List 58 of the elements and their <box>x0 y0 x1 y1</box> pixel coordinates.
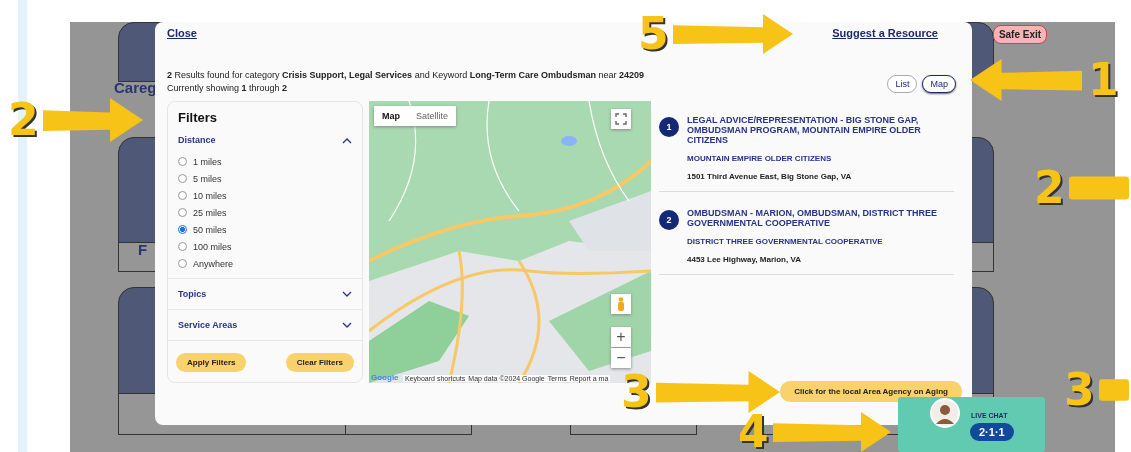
view-toggle-button[interactable]: Map <box>922 75 956 93</box>
radio-label: 5 miles <box>193 173 222 184</box>
radio-button[interactable] <box>178 191 187 200</box>
safe-exit-button[interactable]: Safe Exit <box>993 25 1047 44</box>
filters-heading: Filters <box>178 110 218 125</box>
filter-section-toggle[interactable]: Distance <box>178 135 216 145</box>
card-title: Careg <box>114 79 157 96</box>
radio-button[interactable] <box>178 259 187 268</box>
arrow-icon <box>42 98 143 142</box>
result-address: 1501 Third Avenue East, Big Stone Gap, VA <box>687 172 853 181</box>
arrow-icon <box>772 412 891 452</box>
fullscreen-icon <box>615 113 627 125</box>
radio-label: 100 miles <box>193 241 232 252</box>
zoom-out-button[interactable]: − <box>611 348 631 368</box>
annotation-number: 2 <box>8 98 39 142</box>
close-link[interactable]: Close <box>167 27 197 39</box>
avatar-icon <box>930 398 960 428</box>
radio-label: Anywhere <box>193 258 234 269</box>
chat-number-badge: 2·1·1 <box>970 423 1014 441</box>
radio-button[interactable] <box>178 208 187 217</box>
filter-section-toggle[interactable]: Service Areas <box>178 320 238 330</box>
result-title-link[interactable]: OMBUDSMAN - MARION, OMBUDSMAN, DISTRICT THREE GOVERNMENTAL COOPERATIVE <box>687 208 954 228</box>
radio-button[interactable] <box>178 225 187 234</box>
radio-label: 1 miles <box>193 156 222 167</box>
map-type-tab[interactable]: Map <box>374 106 408 126</box>
showing-range: Currently showing 1 through 2 <box>167 82 289 95</box>
radio-label: 50 miles <box>193 224 227 235</box>
radio-label: 10 miles <box>193 190 227 201</box>
suggest-resource-link[interactable]: Suggest a Resource <box>832 27 938 39</box>
result-number-badge: 1 <box>659 117 679 137</box>
annotation-number: 2 <box>1034 166 1065 210</box>
radio-button[interactable] <box>178 157 187 166</box>
arrow-icon <box>655 371 780 413</box>
area-agency-button[interactable]: Click for the local Area Agency on Aging <box>780 381 962 402</box>
annotation-number: 3 <box>1064 368 1095 412</box>
card-title: F <box>138 241 148 258</box>
result-organization: DISTRICT THREE GOVERNMENTAL COOPERATIVE <box>687 237 884 246</box>
result-title-link[interactable]: LEGAL ADVICE/REPRESENTATION - BIG STONE GAP, OMBUDSMAN PROGRAM, MOUNTAIN EMPIRE OLDER CITIZENS <box>687 115 954 145</box>
result-number-badge: 2 <box>659 210 679 230</box>
result-address: 4453 Lee Highway, Marion, VA <box>687 255 802 264</box>
radio-button[interactable] <box>178 174 187 183</box>
apply-filters-button[interactable]: Apply Filters <box>176 353 247 372</box>
annotation-number: 5 <box>638 12 669 56</box>
view-toggle-button[interactable]: List <box>887 75 918 93</box>
arrow-icon <box>970 59 1082 101</box>
person-icon <box>617 297 625 311</box>
result-organization: MOUNTAIN EMPIRE OLDER CITIZENS <box>687 154 833 163</box>
filter-section-toggle[interactable]: Topics <box>178 289 207 299</box>
fullscreen-button[interactable] <box>611 109 631 129</box>
radio-label: 25 miles <box>193 207 227 218</box>
map-type-tab[interactable]: Satellite <box>408 106 457 126</box>
arrow-icon <box>672 14 793 54</box>
annotation-number: 3 <box>621 370 652 414</box>
radio-button[interactable] <box>178 242 187 251</box>
street-view-button[interactable] <box>611 294 631 314</box>
clear-filters-button[interactable]: Clear Filters <box>285 353 354 372</box>
results-summary: 2 Results found for category Crisis Support, Legal Services and Keyword Long-Term Care Ombudsman near 24209 <box>167 69 645 82</box>
zoom-in-button[interactable]: + <box>611 327 631 347</box>
